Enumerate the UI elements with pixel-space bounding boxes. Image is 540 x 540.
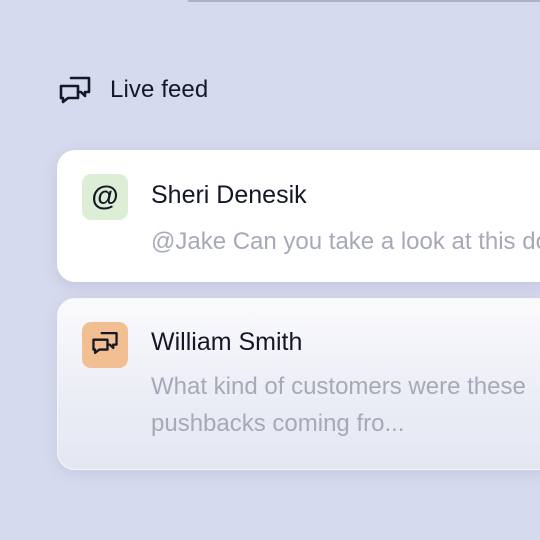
mention-badge: @ — [82, 174, 128, 220]
feed-item-author: William Smith — [151, 328, 303, 356]
feed-item-message: What kind of customers were these pushba… — [151, 373, 526, 437]
top-divider — [188, 0, 540, 2]
page-title: Live feed — [110, 76, 209, 103]
chat-bubbles-icon — [58, 73, 92, 107]
chat-badge — [82, 322, 128, 368]
feed-item-author: Sheri Denesik — [151, 181, 307, 209]
live-feed-header: Live feed — [58, 72, 208, 108]
feed-item-message: @Jake Can you take a look at this do — [151, 228, 540, 255]
chat-bubbles-icon — [91, 329, 119, 362]
at-mention-icon: @ — [91, 180, 119, 211]
feed-item-william-smith[interactable]: William Smith What kind of customers wer… — [57, 298, 540, 470]
feed-item-sheri-denesik[interactable]: @ Sheri Denesik @Jake Can you take a loo… — [57, 150, 540, 282]
